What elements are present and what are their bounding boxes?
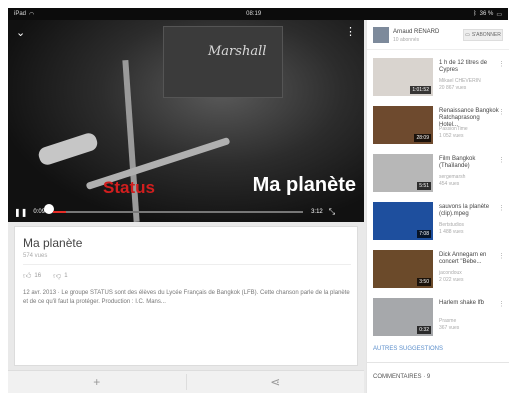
suggestion-title[interactable]: 1 h de 12 titres de Cypres — [439, 60, 499, 74]
more-vert-icon[interactable]: ⋮ — [498, 204, 505, 212]
thumbs-down-icon: 👎︎ — [53, 271, 62, 280]
like-count: 16 — [34, 273, 42, 279]
more-vert-icon[interactable]: ⋮ — [345, 25, 356, 38]
video-thumbnail[interactable]: 7:08 — [373, 202, 433, 240]
suggestion-views: 20 867 vues — [439, 85, 467, 91]
subscribe-icon: ▭ — [465, 32, 470, 38]
progress-bar[interactable] — [53, 211, 304, 213]
more-suggestions-link[interactable]: AUTRES SUGGESTIONS — [373, 346, 443, 352]
share-button[interactable]: ⋖ — [187, 371, 365, 393]
like-button[interactable]: 👍︎ 16 — [23, 271, 41, 281]
video-description[interactable]: 12 avr. 2013 · Le groupe STATUS sont des… — [23, 289, 351, 307]
suggestion-list: 1:01:52 1 h de 12 titres de Cypres Mikae… — [367, 56, 509, 344]
channel-name[interactable]: Arnaud RENARD — [393, 29, 439, 35]
suggestion-views: 454 vues — [439, 181, 460, 187]
dislike-count: 1 — [64, 273, 68, 279]
more-vert-icon[interactable]: ⋮ — [498, 60, 505, 68]
chevron-down-icon[interactable]: ⌄ — [16, 26, 25, 39]
more-vert-icon[interactable]: ⋮ — [498, 300, 505, 308]
pause-icon[interactable]: ❚❚ — [14, 208, 27, 217]
avatar[interactable] — [373, 27, 389, 43]
suggestion-views: 2 022 vues — [439, 277, 464, 283]
video-overlay-status: Status — [103, 178, 155, 197]
suggestion-channel: sergemarsh — [439, 174, 466, 180]
bottom-action-bar: + ⋖ — [8, 370, 364, 393]
view-count: 574 vues — [23, 253, 48, 259]
more-vert-icon[interactable]: ⋮ — [498, 108, 505, 116]
list-item[interactable]: 0:32 Harlem shake lfb Prasme 367 vues ⋮ — [367, 296, 509, 344]
suggestion-channel: jacondoux — [439, 270, 462, 276]
video-thumbnail[interactable]: 3:50 — [373, 250, 433, 288]
suggestion-views: 367 vues — [439, 325, 460, 331]
suggestion-channel: PassionTime — [439, 126, 468, 132]
add-to-playlist-button[interactable]: + — [8, 371, 186, 393]
comments-separator: · — [423, 374, 426, 380]
device-label: iPad — [14, 11, 27, 17]
duration-badge: 3:50 — [417, 278, 431, 286]
status-bar: iPad ◠ 08:19 ᛒ 36 % ▭ — [8, 8, 508, 20]
duration: 3:12 — [311, 209, 323, 215]
comments-header[interactable]: COMMENTAIRES · 9 — [373, 374, 430, 380]
suggestion-channel: Mikael CHEVERIN — [439, 78, 481, 84]
amplifier — [163, 26, 283, 98]
suggestion-title[interactable]: sauvons la planète (clip).mpeg — [439, 204, 499, 218]
wifi-icon: ◠ — [29, 11, 35, 18]
plus-icon: + — [93, 375, 101, 389]
suggestion-channel: Prasme — [439, 318, 457, 324]
current-time: 0:09 — [33, 209, 46, 215]
bluetooth-icon: ᛒ — [473, 11, 477, 17]
clock: 08:19 — [246, 11, 262, 17]
video-info-card: Ma planète 574 vues 👍︎ 16 👎︎ 1 12 avr. 2… — [14, 226, 358, 366]
video-title: Ma planète — [23, 236, 83, 250]
divider — [23, 264, 351, 265]
thumbs-up-icon: 👍︎ — [23, 271, 32, 280]
progress-fill — [53, 211, 66, 213]
rating-row: 👍︎ 16 👎︎ 1 — [23, 271, 68, 281]
channel-header[interactable]: Arnaud RENARD 10 abonnés ▭ S'ABONNER — [367, 20, 509, 50]
video-thumbnail[interactable]: 5:51 — [373, 154, 433, 192]
duration-badge: 5:51 — [417, 182, 431, 190]
video-overlay-title: Ma planète — [252, 174, 356, 196]
duration-badge: 0:32 — [417, 326, 431, 334]
divider — [367, 362, 509, 363]
comments-label: COMMENTAIRES — [373, 374, 422, 380]
video-thumbnail[interactable]: 28:09 — [373, 106, 433, 144]
fullscreen-icon[interactable]: ⤡ — [329, 207, 335, 217]
duration-badge: 7:08 — [417, 230, 431, 238]
amplifier-brand: Marshall — [208, 44, 267, 59]
dislike-button[interactable]: 👎︎ 1 — [53, 271, 67, 281]
share-icon: ⋖ — [270, 375, 281, 389]
suggestion-title[interactable]: Film Bangkok (Thaïlande) — [439, 156, 499, 170]
suggestion-views: 1 052 vues — [439, 133, 464, 139]
suggestion-views: 1 488 vues — [439, 229, 464, 235]
subscribe-label: S'ABONNER — [471, 32, 501, 38]
video-thumbnail[interactable]: 1:01:52 — [373, 58, 433, 96]
more-vert-icon[interactable]: ⋮ — [498, 252, 505, 260]
youtube-app: Marshall Status Ma planète ⌄ ⋮ ❚❚ 0:09 3… — [8, 20, 509, 393]
video-thumbnail[interactable]: 0:32 — [373, 298, 433, 336]
subscribe-button[interactable]: ▭ S'ABONNER — [463, 29, 503, 41]
list-item[interactable]: 1:01:52 1 h de 12 titres de Cypres Mikae… — [367, 56, 509, 104]
duration-badge: 28:09 — [414, 134, 431, 142]
related-sidebar: Arnaud RENARD 10 abonnés ▭ S'ABONNER 1:0… — [366, 20, 509, 393]
duration-badge: 1:01:52 — [410, 86, 431, 94]
video-player[interactable]: Marshall Status Ma planète ⌄ ⋮ ❚❚ 0:09 3… — [8, 20, 364, 222]
subscriber-count: 10 abonnés — [393, 37, 420, 43]
list-item[interactable]: 7:08 sauvons la planète (clip).mpeg Bert… — [367, 200, 509, 248]
list-item[interactable]: 5:51 Film Bangkok (Thaïlande) sergemarsh… — [367, 152, 509, 200]
list-item[interactable]: 3:50 Dick Annegarn en concert "Bebe... j… — [367, 248, 509, 296]
more-vert-icon[interactable]: ⋮ — [498, 156, 505, 164]
battery-icon: ▭ — [496, 11, 502, 18]
list-item[interactable]: 28:09 Renaissance Bangkok Ratchaprasong … — [367, 104, 509, 152]
suggestion-channel: Bertstudios — [439, 222, 465, 228]
comments-count: 9 — [426, 374, 431, 380]
suggestion-title[interactable]: Dick Annegarn en concert "Bebe... — [439, 252, 499, 266]
suggestion-title[interactable]: Harlem shake lfb — [439, 300, 499, 307]
battery-percent: 36 % — [479, 11, 494, 17]
player-controls: ❚❚ 0:09 3:12 ⤡ — [8, 202, 364, 222]
